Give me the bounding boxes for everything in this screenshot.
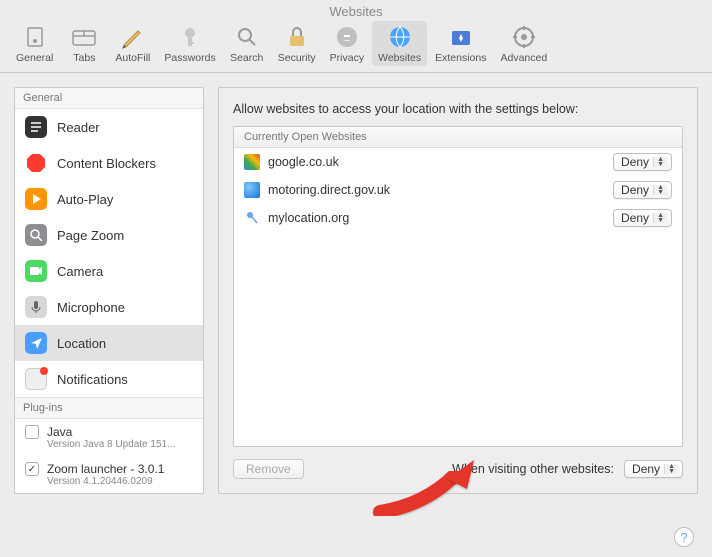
tabs-icon [70, 23, 98, 51]
plugin-version: Version Java 8 Update 151... [47, 439, 193, 450]
chevron-updown-icon: ▲▼ [664, 464, 678, 474]
websites-icon [386, 23, 414, 51]
privacy-icon [333, 23, 361, 51]
location-icon [25, 332, 47, 354]
auto-play-icon [25, 188, 47, 210]
settings-sidebar: General Reader Content Blockers Auto-Pla… [14, 87, 204, 494]
plugin-zoom-launcher[interactable]: ✓ Zoom launcher - 3.0.1 Version 4.1.2044… [15, 456, 203, 493]
sidebar-item-page-zoom[interactable]: Page Zoom [15, 217, 203, 253]
default-permission-dropdown[interactable]: Deny ▲▼ [624, 460, 683, 478]
sidebar-item-label: Notifications [57, 372, 128, 387]
chevron-updown-icon: ▲▼ [653, 213, 667, 223]
sidebar-item-label: Auto-Play [57, 192, 113, 207]
preferences-toolbar: General Tabs AutoFill Passwords Search [0, 21, 712, 73]
sidebar-item-notifications[interactable]: Notifications [15, 361, 203, 397]
sidebar-item-reader[interactable]: Reader [15, 109, 203, 145]
tab-websites[interactable]: Websites [372, 21, 427, 66]
tab-tabs[interactable]: Tabs [61, 21, 107, 66]
advanced-icon [510, 23, 538, 51]
tab-passwords[interactable]: Passwords [158, 21, 221, 66]
general-icon [21, 23, 49, 51]
camera-icon [25, 260, 47, 282]
permission-dropdown[interactable]: Deny ▲▼ [613, 181, 672, 199]
favicon-icon [244, 210, 260, 226]
notifications-icon [25, 368, 47, 390]
favicon-icon [244, 154, 260, 170]
help-button[interactable]: ? [674, 527, 694, 547]
chevron-updown-icon: ▲▼ [653, 157, 667, 167]
plugin-checkbox[interactable]: ✓ [25, 462, 39, 476]
security-icon [283, 23, 311, 51]
window-title: Websites [0, 0, 712, 21]
reader-icon [25, 116, 47, 138]
site-name: google.co.uk [268, 155, 605, 169]
plugin-checkbox[interactable] [25, 425, 39, 439]
preferences-window: Websites General Tabs AutoFill Passwords [0, 0, 712, 508]
sidebar-section-plugins: Plug-ins [15, 397, 203, 419]
chevron-updown-icon: ▲▼ [653, 185, 667, 195]
sidebar-item-label: Content Blockers [57, 156, 156, 171]
sidebar-item-microphone[interactable]: Microphone [15, 289, 203, 325]
sidebar-item-label: Microphone [57, 300, 125, 315]
content-area: General Reader Content Blockers Auto-Pla… [0, 73, 712, 508]
plugin-name: Zoom launcher - 3.0.1 [47, 462, 193, 476]
plugin-java[interactable]: Java Version Java 8 Update 151... [15, 419, 203, 456]
sidebar-item-label: Location [57, 336, 106, 351]
sidebar-item-auto-play[interactable]: Auto-Play [15, 181, 203, 217]
sidebar-item-camera[interactable]: Camera [15, 253, 203, 289]
autofill-icon [119, 23, 147, 51]
favicon-icon [244, 182, 260, 198]
page-zoom-icon [25, 224, 47, 246]
tab-autofill[interactable]: AutoFill [109, 21, 156, 66]
site-row[interactable]: google.co.uk Deny ▲▼ [234, 148, 682, 176]
plugin-version: Version 4.1.20446.0209 [47, 476, 193, 487]
sidebar-section-general: General [15, 88, 203, 109]
sidebar-item-content-blockers[interactable]: Content Blockers [15, 145, 203, 181]
tab-extensions[interactable]: Extensions [429, 21, 492, 66]
main-panel: Allow websites to access your location w… [218, 87, 698, 494]
passwords-icon [176, 23, 204, 51]
sidebar-item-label: Camera [57, 264, 103, 279]
main-heading: Allow websites to access your location w… [233, 102, 683, 116]
tab-security[interactable]: Security [272, 21, 322, 66]
site-row[interactable]: mylocation.org Deny ▲▼ [234, 204, 682, 232]
site-name: mylocation.org [268, 211, 605, 225]
content-blockers-icon [25, 152, 47, 174]
permission-dropdown[interactable]: Deny ▲▼ [613, 209, 672, 227]
tab-advanced[interactable]: Advanced [494, 21, 553, 66]
search-icon [233, 23, 261, 51]
bottom-bar: Remove When visiting other websites: Den… [233, 459, 683, 479]
microphone-icon [25, 296, 47, 318]
website-list: Currently Open Websites google.co.uk Den… [233, 126, 683, 447]
plugin-name: Java [47, 425, 193, 439]
list-header: Currently Open Websites [234, 127, 682, 148]
sidebar-item-location[interactable]: Location [15, 325, 203, 361]
remove-button[interactable]: Remove [233, 459, 304, 479]
permission-dropdown[interactable]: Deny ▲▼ [613, 153, 672, 171]
default-permission-label: When visiting other websites: [452, 462, 614, 476]
tab-privacy[interactable]: Privacy [324, 21, 370, 66]
tab-search[interactable]: Search [224, 21, 270, 66]
site-name: motoring.direct.gov.uk [268, 183, 605, 197]
extensions-icon [447, 23, 475, 51]
site-row[interactable]: motoring.direct.gov.uk Deny ▲▼ [234, 176, 682, 204]
tab-general[interactable]: General [10, 21, 59, 66]
sidebar-item-label: Page Zoom [57, 228, 124, 243]
sidebar-item-label: Reader [57, 120, 100, 135]
